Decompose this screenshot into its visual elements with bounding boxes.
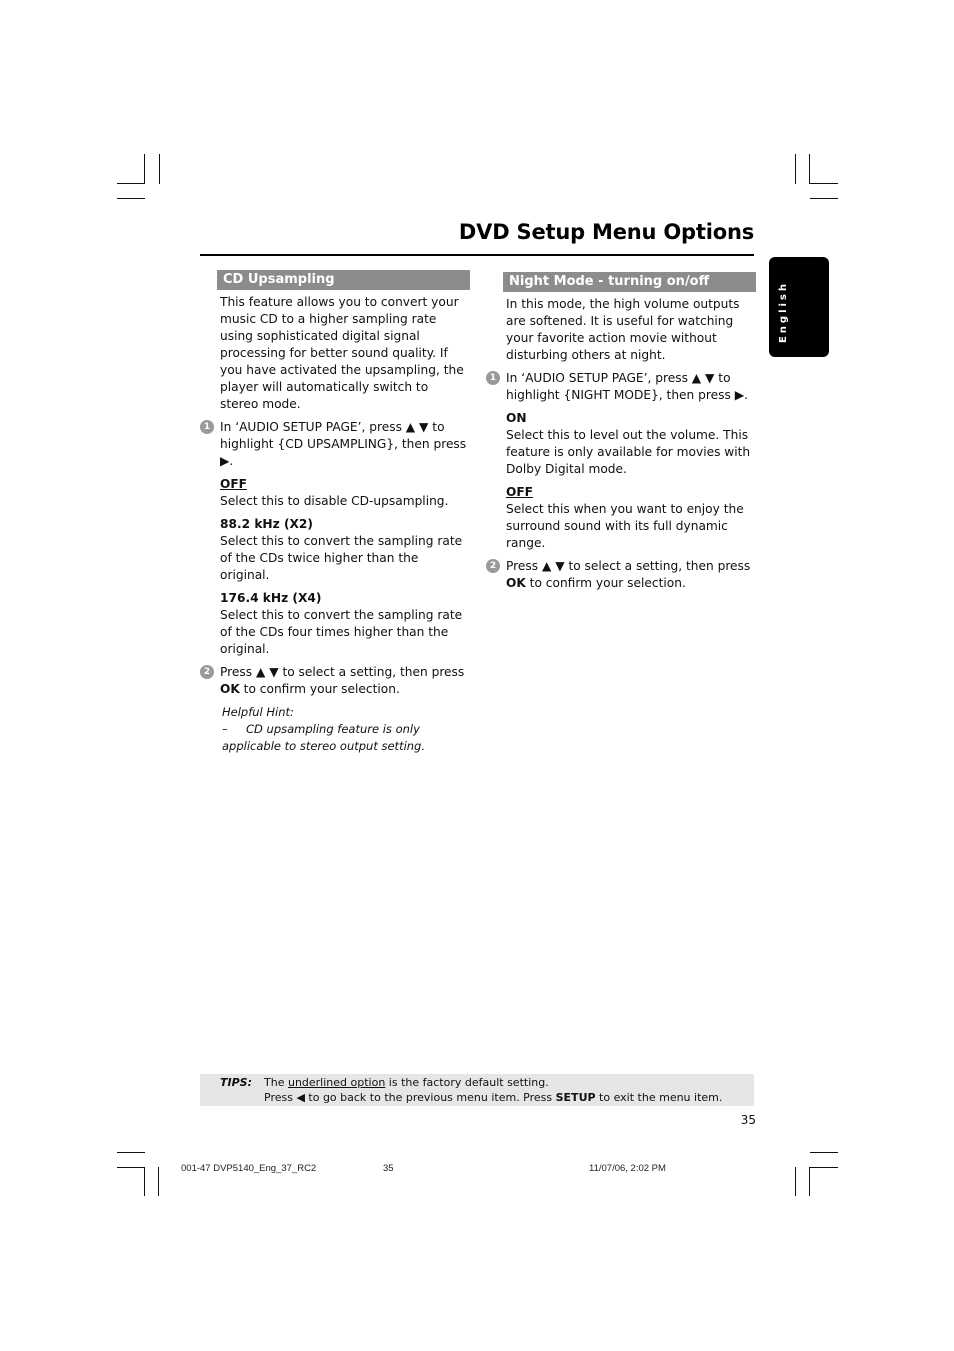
crop-mark — [144, 1167, 145, 1196]
crop-mark — [795, 154, 796, 184]
option-title-x2: 88.2 kHz (X2) — [220, 517, 313, 531]
section-heading: Night Mode - turning on/off — [503, 272, 756, 292]
language-tab-label: English — [778, 280, 789, 344]
step-text-end: to confirm your selection. — [525, 576, 686, 590]
tips-text: to exit the menu item. — [595, 1091, 723, 1104]
ok-key-label: OK — [220, 682, 240, 696]
section-night-mode: Night Mode - turning on/off In this mode… — [486, 272, 756, 598]
option-title-x4: 176.4 kHz (X4) — [220, 591, 322, 605]
tips-label: TIPS: — [220, 1076, 252, 1089]
option-title-off: OFF — [220, 477, 248, 491]
crop-mark — [795, 1167, 796, 1196]
step-text: In ‘AUDIO SETUP PAGE’, press ▲ ▼ to high… — [220, 420, 467, 468]
step-number-icon: 2 — [486, 559, 500, 573]
step-number-icon: 2 — [200, 665, 214, 679]
step-text: In ‘AUDIO SETUP PAGE’, press ▲ ▼ to high… — [506, 371, 748, 402]
tips-text: The — [264, 1076, 288, 1089]
crop-mark — [810, 1152, 838, 1153]
helpful-hint: Helpful Hint: – CD upsampling feature is … — [222, 704, 470, 755]
tips-text: is the factory default setting. — [385, 1076, 549, 1089]
option-title-off: OFF — [506, 485, 534, 499]
crop-mark — [117, 1167, 145, 1168]
crop-mark — [809, 154, 810, 184]
hint-line: – CD upsampling feature is only applicabl… — [222, 721, 470, 755]
section-heading: CD Upsampling — [217, 270, 470, 290]
footer-file: 001-47 DVP5140_Eng_37_RC2 — [181, 1163, 317, 1174]
crop-mark — [809, 183, 838, 184]
tips-line-2: Press ◀ to go back to the previous menu … — [264, 1090, 722, 1105]
section-intro: This feature allows you to convert your … — [220, 295, 464, 411]
option-desc-on: Select this to level out the volume. Thi… — [506, 428, 751, 476]
option-title-on: ON — [506, 411, 527, 425]
crop-mark — [810, 198, 838, 199]
step-2: 2 Press ▲ ▼ to select a setting, then pr… — [200, 664, 470, 698]
crop-mark — [117, 183, 145, 184]
step-text-end: to confirm your selection. — [239, 682, 400, 696]
step-2: 2 Press ▲ ▼ to select a setting, then pr… — [486, 558, 756, 592]
ok-key-label: OK — [506, 576, 526, 590]
step-text: Press ▲ ▼ to select a setting, then pres… — [506, 559, 751, 573]
option-desc-x2: Select this to convert the sampling rate… — [220, 534, 463, 582]
tips-text: Press ◀ to go back to the previous menu … — [264, 1091, 556, 1104]
hint-dash: – — [222, 722, 228, 736]
step-1: 1 In ‘AUDIO SETUP PAGE’, press ▲ ▼ to hi… — [486, 370, 756, 404]
page-number: 35 — [740, 1113, 756, 1127]
hint-text: CD upsampling feature is only applicable… — [222, 722, 426, 753]
step-text: Press ▲ ▼ to select a setting, then pres… — [220, 665, 465, 679]
option-desc-x4: Select this to convert the sampling rate… — [220, 608, 463, 656]
footer-date: 11/07/06, 2:02 PM — [589, 1163, 666, 1174]
crop-mark — [158, 1167, 159, 1196]
section-intro: In this mode, the high volume outputs ar… — [506, 297, 740, 362]
tips-box: TIPS: The underlined option is the facto… — [200, 1074, 754, 1106]
option-desc-off: Select this to disable CD-upsampling. — [220, 494, 449, 508]
title-rule — [200, 254, 754, 256]
footer-page: 35 — [383, 1163, 394, 1174]
setup-key-label: SETUP — [555, 1091, 596, 1104]
option-desc-off: Select this when you want to enjoy the s… — [506, 502, 744, 550]
step-number-icon: 1 — [200, 420, 214, 434]
crop-mark — [117, 198, 145, 199]
crop-mark — [144, 154, 145, 184]
language-tab: English — [769, 257, 829, 357]
crop-mark — [159, 154, 160, 184]
hint-title: Helpful Hint: — [222, 705, 294, 719]
tips-line-1: The underlined option is the factory def… — [264, 1075, 549, 1090]
step-number-icon: 1 — [486, 371, 500, 385]
tips-underlined-text: underlined option — [287, 1076, 386, 1089]
step-1: 1 In ‘AUDIO SETUP PAGE’, press ▲ ▼ to hi… — [200, 419, 470, 470]
section-cd-upsampling: CD Upsampling This feature allows you to… — [200, 270, 470, 755]
page-title: DVD Setup Menu Options — [458, 220, 754, 244]
crop-mark — [809, 1167, 810, 1196]
crop-mark — [809, 1167, 838, 1168]
crop-mark — [117, 1152, 145, 1153]
